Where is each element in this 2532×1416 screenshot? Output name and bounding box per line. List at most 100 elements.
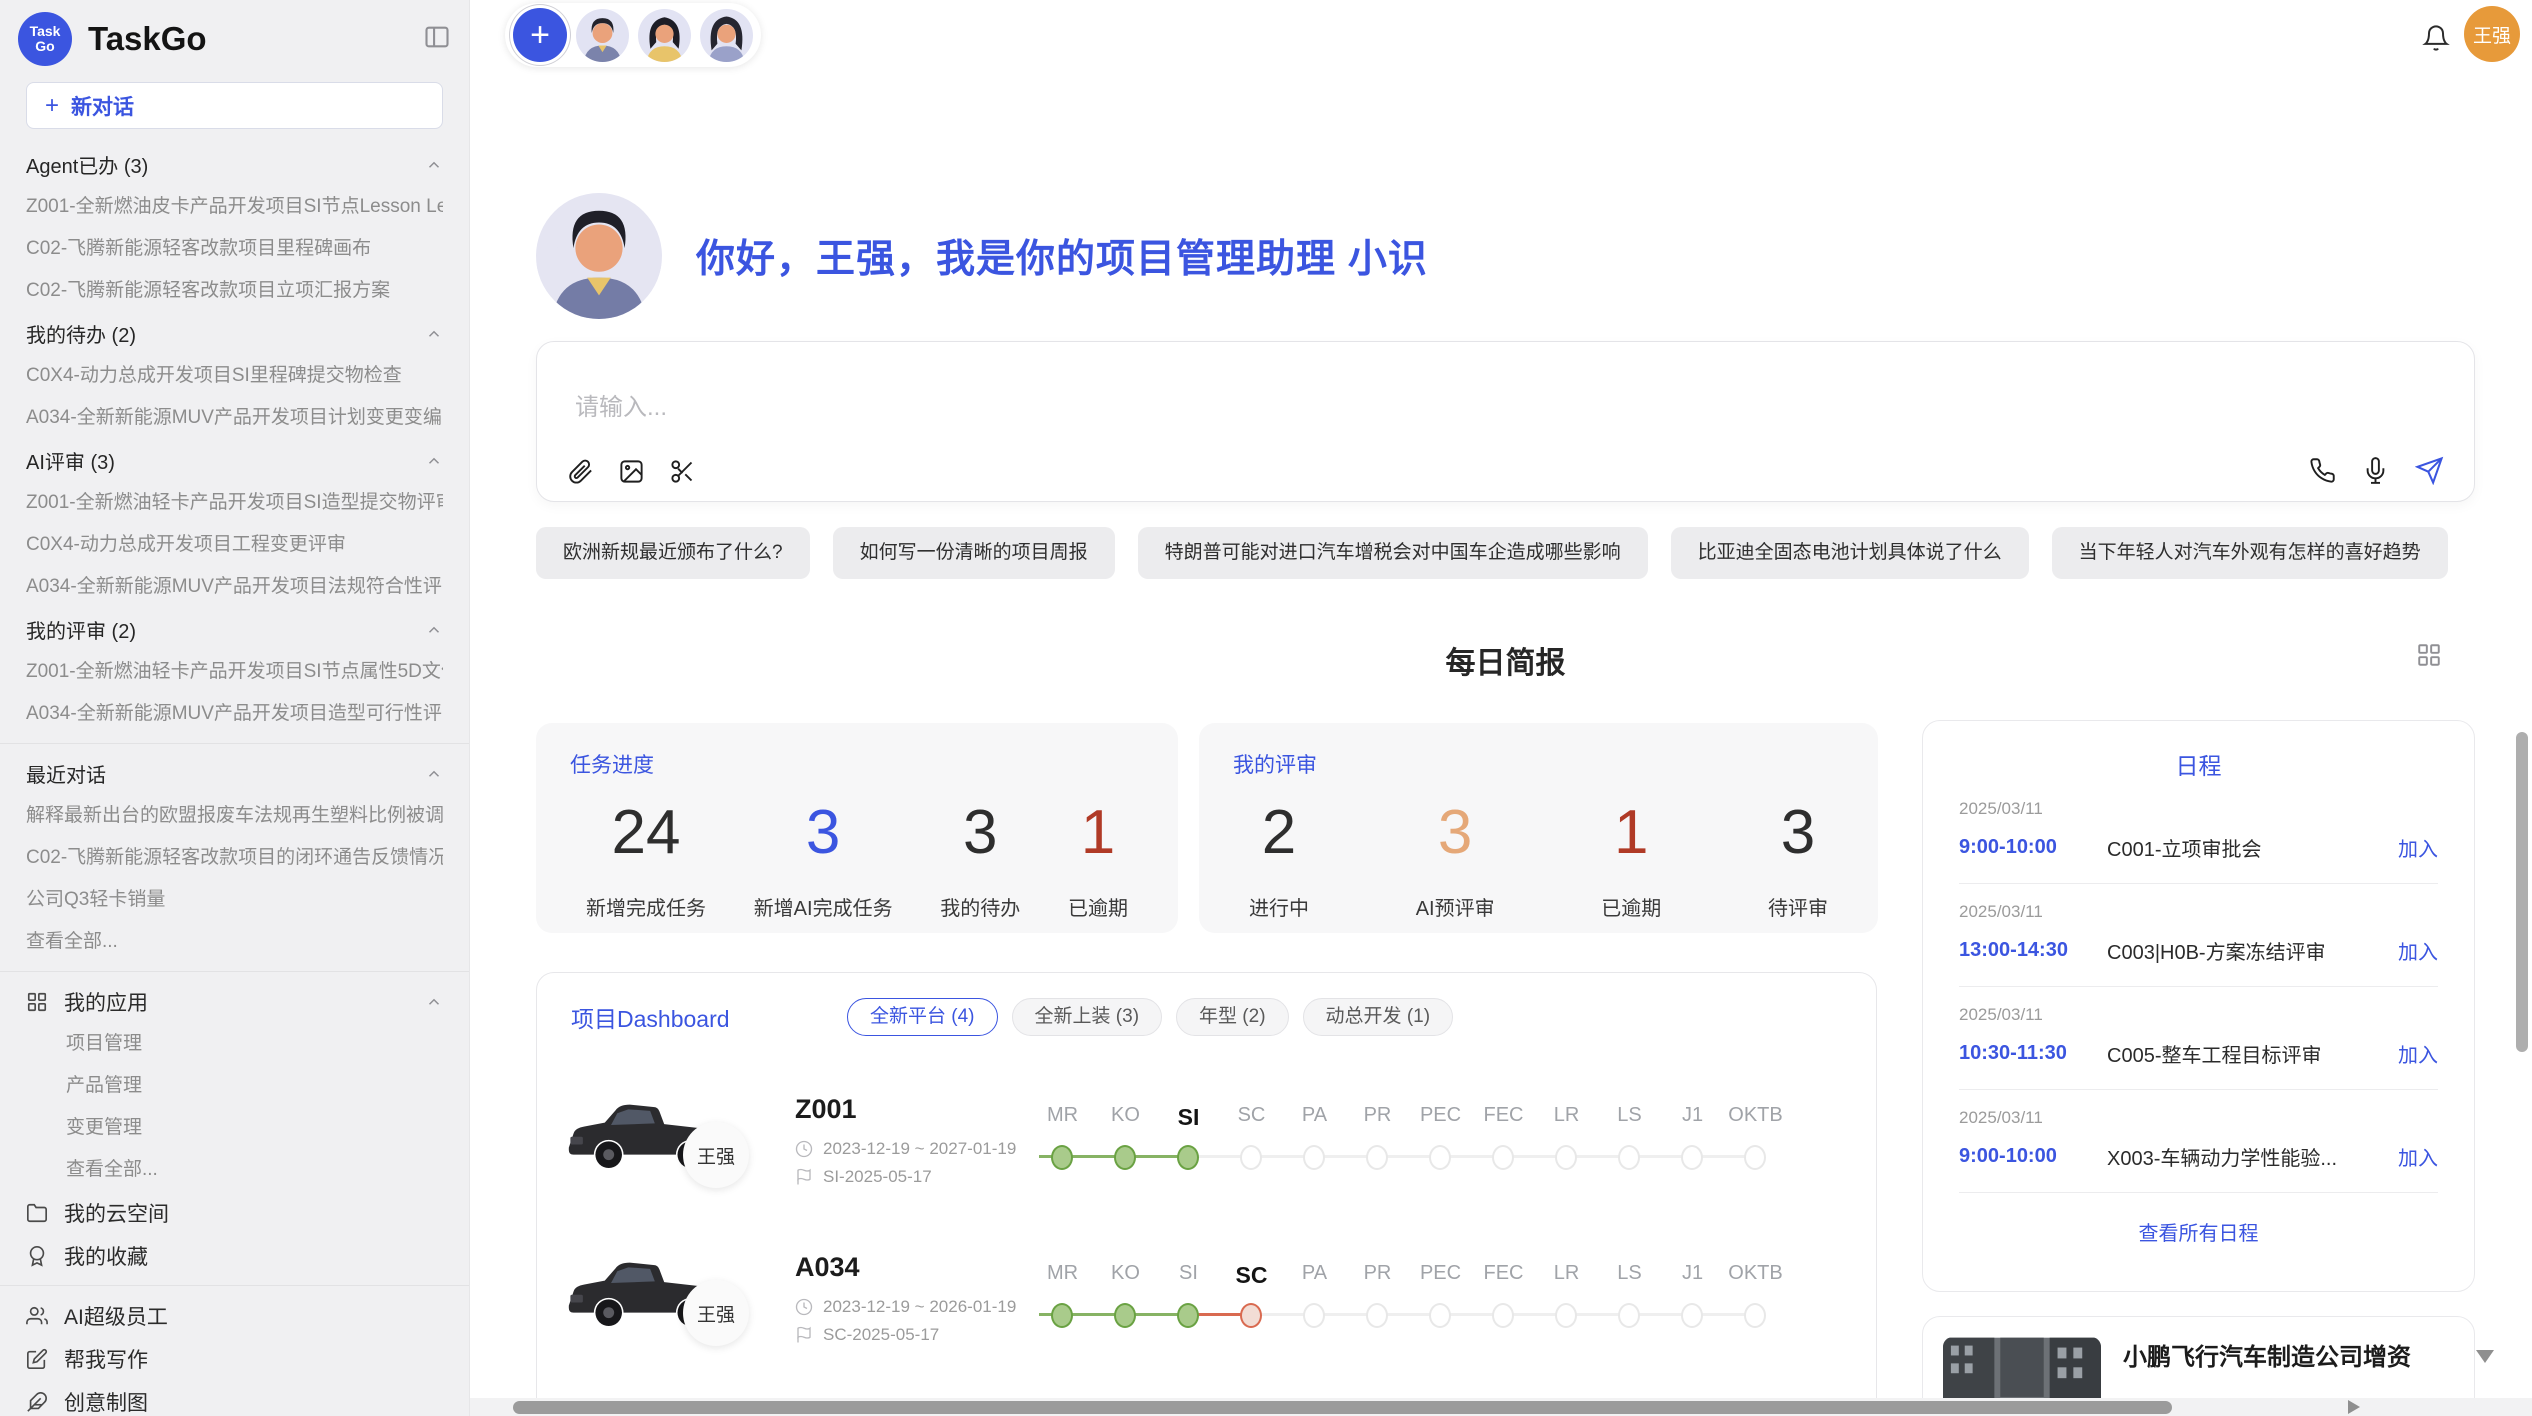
app-link-change-mgmt[interactable]: 变更管理 — [26, 1107, 443, 1149]
milestone-label: PEC — [1409, 1104, 1472, 1131]
attachment-icon[interactable] — [567, 458, 594, 485]
tool-creative-drawing[interactable]: 创意制图 — [26, 1380, 443, 1416]
milestone-dot-done — [1114, 1145, 1136, 1170]
new-chat-button[interactable]: + 新对话 — [26, 82, 443, 129]
recent-chat-item[interactable]: 解释最新出台的欧盟报废车法规再生塑料比例被调至15%... — [26, 795, 443, 837]
join-link[interactable]: 加入 — [2398, 936, 2438, 965]
recent-chat-item[interactable]: C02-飞腾新能源轻客改款项目的闭环通告反馈情况 — [26, 837, 443, 879]
project-row-a034[interactable]: 王强 A034 2023-12-19 ~ 2026-01-19 SC-2025-… — [537, 1219, 1876, 1377]
sidebar-item[interactable]: A034-全新新能源MUV产品开发项目造型可行性评审 — [26, 693, 443, 735]
chevron-up-icon[interactable] — [425, 325, 443, 343]
sidebar-item[interactable]: A034-全新新能源MUV产品开发项目计划变更变编写 — [26, 397, 443, 439]
join-link[interactable]: 加入 — [2398, 833, 2438, 862]
briefing-layout-icon[interactable] — [2416, 642, 2442, 673]
schedule-event-title: C003|H0B-方案冻结评审 — [2107, 936, 2398, 965]
milestone-dot-done — [1051, 1145, 1073, 1170]
suggestion-chip[interactable]: 比亚迪全固态电池计划具体说了什么 — [1671, 527, 2029, 579]
section-my-review[interactable]: 我的评审 (2) — [26, 608, 443, 651]
dashboard-title: 项目Dashboard — [571, 1000, 847, 1034]
project-next-milestone: SI-2025-05-17 — [823, 1167, 932, 1187]
schedule-date: 2025/03/11 — [1959, 799, 2438, 819]
chevron-up-icon[interactable] — [425, 621, 443, 639]
milestone-label: J1 — [1661, 1262, 1724, 1289]
collapse-sidebar-icon[interactable] — [423, 23, 451, 56]
microphone-icon[interactable] — [2362, 457, 2389, 484]
flag-icon — [795, 1326, 813, 1344]
recent-chat-item[interactable]: 公司Q3轻卡销量 — [26, 879, 443, 921]
stat-value: 3 — [754, 797, 893, 868]
tab-new-body[interactable]: 全新上装 (3) — [1012, 998, 1163, 1036]
my-cloud-space[interactable]: 我的云空间 — [26, 1191, 443, 1234]
schedule-date: 2025/03/11 — [1959, 902, 2438, 922]
divider — [0, 1285, 469, 1286]
chevron-up-icon[interactable] — [425, 452, 443, 470]
suggestion-chip[interactable]: 特朗普可能对进口汽车增税会对中国车企造成哪些影响 — [1138, 527, 1648, 579]
stat-pending-review: 3 待评审 — [1768, 797, 1828, 921]
tab-powertrain[interactable]: 动总开发 (1) — [1303, 998, 1454, 1036]
milestone-label: LR — [1535, 1262, 1598, 1289]
stat-new-ai-done: 3 新增AI完成任务 — [754, 797, 893, 921]
section-recent-chats[interactable]: 最近对话 — [26, 752, 443, 795]
sidebar-list: Agent已办 (3) Z001-全新燃油皮卡产品开发项目SI节点Lesson … — [0, 143, 469, 1416]
project-row-z001[interactable]: 王强 Z001 2023-12-19 ~ 2027-01-19 SI-2025-… — [537, 1061, 1876, 1219]
stat-label: 新增AI完成任务 — [754, 892, 893, 921]
chevron-up-icon[interactable] — [425, 765, 443, 783]
agent-avatar-1[interactable] — [576, 9, 629, 62]
notifications-bell-icon[interactable] — [2422, 24, 2450, 57]
image-upload-icon[interactable] — [618, 458, 645, 485]
message-input[interactable] — [575, 394, 1975, 422]
view-all-schedule-link[interactable]: 查看所有日程 — [1959, 1217, 2438, 1246]
sidebar-item[interactable]: C02-飞腾新能源轻客改款项目立项汇报方案 — [26, 270, 443, 312]
section-agent-done[interactable]: Agent已办 (3) — [26, 143, 443, 186]
badge-star-icon — [26, 1245, 48, 1267]
my-apps-header[interactable]: 我的应用 — [26, 980, 443, 1023]
conversation-switcher: + — [505, 3, 761, 67]
join-link[interactable]: 加入 — [2398, 1039, 2438, 1068]
apps-view-all[interactable]: 查看全部... — [26, 1149, 443, 1191]
tool-ai-super-staff[interactable]: AI超级员工 — [26, 1294, 443, 1337]
schedule-item: 2025/03/11 9:00-10:00 C001-立项审批会 加入 — [1959, 781, 2438, 884]
voice-call-icon[interactable] — [2309, 457, 2336, 484]
section-my-todo[interactable]: 我的待办 (2) — [26, 312, 443, 355]
sidebar-item[interactable]: C0X4-动力总成开发项目SI里程碑提交物检查 — [26, 355, 443, 397]
milestone-label: LR — [1535, 1104, 1598, 1131]
sidebar-item[interactable]: Z001-全新燃油轻卡产品开发项目SI造型提交物评审 — [26, 482, 443, 524]
tool-help-me-write[interactable]: 帮我写作 — [26, 1337, 443, 1380]
horizontal-scrollbar-thumb[interactable] — [513, 1401, 2172, 1414]
stat-value: 1 — [1601, 797, 1661, 868]
agent-avatar-3[interactable] — [700, 9, 753, 62]
suggestion-chip[interactable]: 欧洲新规最近颁布了什么? — [536, 527, 810, 579]
project-image: 王强 — [561, 1228, 769, 1368]
scissors-icon[interactable] — [669, 458, 696, 485]
user-avatar[interactable]: 王强 — [2464, 6, 2520, 62]
chevron-up-icon[interactable] — [425, 156, 443, 174]
suggestion-chips: 欧洲新规最近颁布了什么? 如何写一份清晰的项目周报 特朗普可能对进口汽车增税会对… — [536, 527, 2475, 579]
feather-icon — [26, 1391, 48, 1413]
tab-year-model[interactable]: 年型 (2) — [1176, 998, 1289, 1036]
vertical-scrollbar-thumb[interactable] — [2516, 732, 2528, 1052]
section-ai-review[interactable]: AI评审 (3) — [26, 439, 443, 482]
milestone-dot — [1240, 1145, 1262, 1170]
app-link-project-mgmt[interactable]: 项目管理 — [26, 1023, 443, 1065]
sidebar-item[interactable]: Z001-全新燃油轻卡产品开发项目SI节点属性5D文件评审 — [26, 651, 443, 693]
app-link-product-mgmt[interactable]: 产品管理 — [26, 1065, 443, 1107]
stat-label: 已逾期 — [1068, 892, 1128, 921]
tab-new-platform[interactable]: 全新平台 (4) — [847, 998, 998, 1036]
sidebar-item[interactable]: A034-全新新能源MUV产品开发项目法规符合性评审 — [26, 566, 443, 608]
scroll-right-arrow[interactable] — [2348, 1400, 2360, 1414]
recent-view-all[interactable]: 查看全部... — [26, 921, 443, 963]
join-link[interactable]: 加入 — [2398, 1142, 2438, 1171]
logo-line2: Go — [35, 39, 54, 54]
scroll-down-arrow[interactable] — [2476, 1350, 2494, 1363]
sidebar-item[interactable]: C0X4-动力总成开发项目工程变更评审 — [26, 524, 443, 566]
chevron-up-icon[interactable] — [425, 993, 443, 1011]
send-icon[interactable] — [2415, 456, 2444, 485]
my-favorites[interactable]: 我的收藏 — [26, 1234, 443, 1277]
agent-avatar-2[interactable] — [638, 9, 691, 62]
suggestion-chip[interactable]: 如何写一份清晰的项目周报 — [833, 527, 1115, 579]
sidebar-item[interactable]: C02-飞腾新能源轻客改款项目里程碑画布 — [26, 228, 443, 270]
suggestion-chip[interactable]: 当下年轻人对汽车外观有怎样的喜好趋势 — [2052, 527, 2448, 579]
sidebar-item[interactable]: Z001-全新燃油皮卡产品开发项目SI节点Lesson Learn报告 — [26, 186, 443, 228]
new-conversation-button[interactable]: + — [513, 8, 567, 62]
flag-icon — [795, 1168, 813, 1186]
